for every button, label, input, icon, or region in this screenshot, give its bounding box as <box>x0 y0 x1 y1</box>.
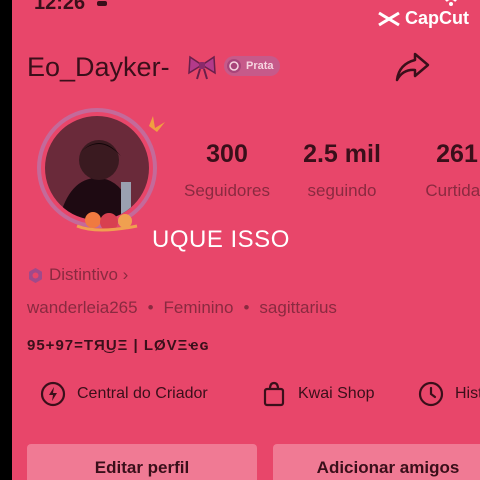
lightning-circle-icon <box>40 381 66 407</box>
profile-handle: wanderleia265 <box>27 298 138 317</box>
info-separator: • <box>243 298 250 317</box>
shopping-bag-icon <box>263 381 285 407</box>
add-friends-button[interactable]: Adicionar amigos <box>273 444 480 480</box>
profile-gender: Feminino <box>163 298 234 317</box>
likes-label: Curtidas <box>425 181 480 200</box>
profile-actions: Editar perfil Adicionar amigos <box>27 444 480 480</box>
hexagon-badge-icon <box>29 267 42 283</box>
followers-stat[interactable]: 300 Seguidores <box>172 140 282 201</box>
share-icon[interactable] <box>393 50 431 84</box>
profile-header: Eo_Dayker- Prata <box>27 50 467 86</box>
profile-info-line: wanderleia265 • Feminino • sagittarius <box>27 298 337 318</box>
shortcuts-row: Central do Criador Kwai Shop Histó <box>27 380 480 414</box>
avatar-image <box>37 108 165 232</box>
profile-bio: 95+97=TЯ͜UΞ | LØVΞҽɢ <box>27 337 210 354</box>
badge-medal-icon <box>227 59 241 73</box>
username: Eo_Dayker- <box>27 52 170 82</box>
followers-label: Seguidores <box>183 181 270 200</box>
kwai-shop-label: Kwai Shop <box>298 385 375 402</box>
capcut-logo-icon <box>378 11 400 26</box>
kwai-shop-shortcut[interactable]: Kwai Shop <box>260 380 375 408</box>
distintivo-label: Distintivo › <box>49 265 129 284</box>
capcut-label: CapCut <box>405 8 469 28</box>
history-shortcut[interactable]: Histó <box>417 380 480 408</box>
info-separator: • <box>147 298 154 317</box>
status-time: 12:26 <box>34 0 86 14</box>
likes-stat[interactable]: 261 Curtidas <box>407 140 480 201</box>
capcut-watermark: CapCut <box>377 8 469 29</box>
bow-icon <box>188 55 216 80</box>
following-count: 2.5 mil <box>303 140 381 168</box>
following-label: seguindo <box>307 181 377 200</box>
badge-label: Prata <box>246 60 274 72</box>
distintivo-link[interactable]: Distintivo › <box>27 265 128 285</box>
clock-icon <box>418 381 444 407</box>
video-caption-overlay: UQUE ISSO <box>152 226 290 253</box>
following-stat[interactable]: 2.5 mil seguindo <box>287 140 397 201</box>
likes-count: 261 <box>436 140 478 168</box>
person-status-icon <box>97 1 107 6</box>
history-label: Histó <box>455 385 480 402</box>
avatar[interactable] <box>27 108 167 248</box>
edit-profile-button[interactable]: Editar perfil <box>27 444 257 480</box>
profile-zodiac: sagittarius <box>259 298 337 317</box>
creator-center-shortcut[interactable]: Central do Criador <box>39 380 208 408</box>
followers-count: 300 <box>206 140 248 168</box>
profile-stats: 300 Seguidores 2.5 mil seguindo 261 Curt… <box>172 140 480 210</box>
profile-screen: 12:26 CapCut Eo_Dayker- Prata 300 Seguid… <box>12 0 480 480</box>
level-badge[interactable]: Prata <box>224 56 280 76</box>
creator-center-label: Central do Criador <box>77 385 208 402</box>
wifi-icon <box>445 0 457 6</box>
